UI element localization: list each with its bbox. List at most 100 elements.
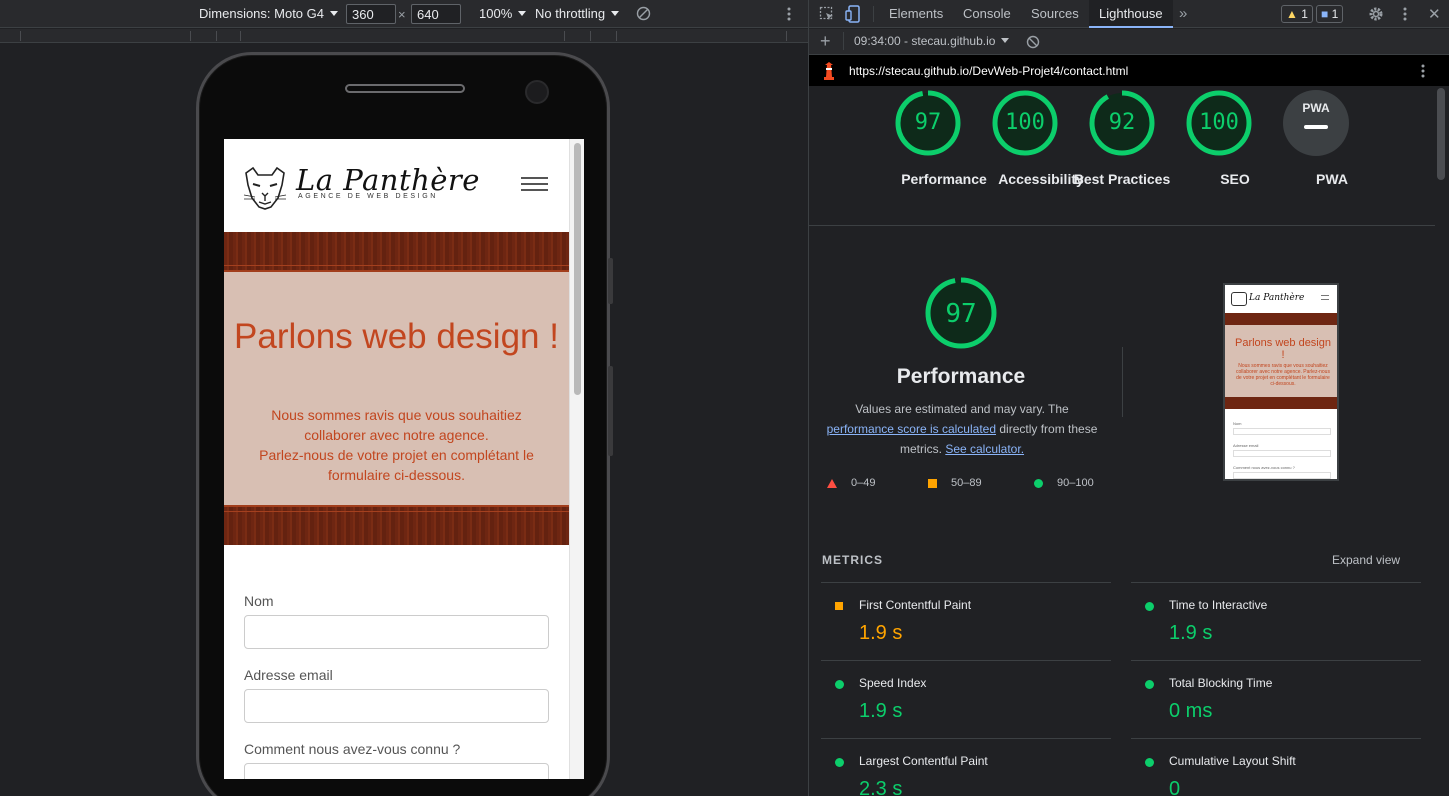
devtools-panel: Elements Console Sources Lighthouse » ▲ … [808,0,1449,796]
new-report-plus-icon[interactable]: + [820,31,831,52]
device-viewport[interactable]: La Panthère AGENCE DE WEB DESIGN Parlons… [224,139,584,779]
hero-title: Parlons web design ! [234,317,559,356]
tab-lighthouse[interactable]: Lighthouse [1089,0,1173,28]
average-square-icon [928,479,937,488]
metric-value: 1.9 s [859,622,903,644]
thumb-title: Parlons web design ! [1234,337,1331,361]
name-input[interactable] [244,615,549,649]
gauge-seo[interactable]: 100 SEO [1186,90,1252,187]
perf-desc-prefix: Values are estimated and may vary. The [855,402,1069,416]
throttling-select[interactable]: No throttling [535,6,620,21]
zoom-label: 100% [479,6,513,21]
hero-text: Nous sommes ravis que vous souhaitiez co… [248,405,545,485]
times-sign: × [398,7,406,22]
clear-block-icon[interactable] [1026,35,1040,52]
warnings-count: 1 [1301,7,1308,21]
email-input[interactable] [244,689,549,723]
pwa-dash [1304,125,1328,129]
gauge-accessibility[interactable]: 100 Accessibility [992,90,1084,187]
report-select[interactable]: 09:34:00 - stecau.github.io [854,34,1010,48]
gauge-label: Best Practices [1073,171,1171,187]
thumb-menu-icon [1321,295,1329,300]
settings-gear-icon[interactable] [1368,6,1384,25]
warning-icon: ▲ [1286,7,1298,21]
leather-texture-top [224,232,569,272]
legend-fail: 0–49 [851,477,876,489]
tab-sources[interactable]: Sources [1023,0,1087,28]
report-select-label: 09:34:00 - stecau.github.io [854,34,996,48]
gauge-best-practices[interactable]: 92 Best Practices [1074,90,1170,187]
thumb-label: Nom [1233,421,1242,426]
messages-badge[interactable]: ■ 1 [1316,5,1344,23]
metric-value: 0 [1169,778,1181,796]
source-input[interactable] [244,763,549,779]
page-scrollbar[interactable] [569,139,584,779]
device-width-input[interactable] [346,4,396,24]
metric-name: Largest Contentful Paint [859,754,988,768]
logo-title[interactable]: La Panthère [296,163,480,197]
metric-speed-index: Speed Index 1.9 s [821,660,1111,738]
close-icon[interactable]: ✕ [1428,5,1441,23]
gauge-performance[interactable]: 97 Performance [895,90,987,187]
metric-name: Cumulative Layout Shift [1169,754,1296,768]
metric-value: 1.9 s [859,700,903,722]
thumb-label: Comment nous avez-vous connu ? [1233,465,1295,470]
report-scrollbar[interactable] [1437,88,1445,180]
more-tabs-icon[interactable]: » [1179,5,1187,22]
thumb-brand: La Panthère [1249,293,1305,303]
hamburger-menu-icon[interactable] [521,177,548,193]
panther-logo-icon[interactable] [240,165,290,211]
calculator-link[interactable]: See calculator. [945,442,1024,456]
pass-circle-icon [1145,602,1154,611]
device-toolbar: Dimensions: Moto G4 × 100% No throttling [0,0,808,28]
warnings-badge[interactable]: ▲ 1 [1281,5,1313,23]
name-label: Nom [244,593,274,609]
device-toggle-icon[interactable] [845,5,861,26]
chevron-down-icon [1001,38,1010,43]
legend-average: 50–89 [951,477,982,489]
metric-first-contentful-paint: First Contentful Paint 1.9 s [821,582,1111,660]
devtools-menu-icon[interactable] [1402,6,1408,25]
pwa-badge-icon: PWA [1283,90,1349,156]
site-header: La Panthère AGENCE DE WEB DESIGN [224,139,569,232]
hero-banner: Parlons web design ! Nous sommes ravis q… [224,232,569,545]
audited-url[interactable]: https://stecau.github.io/DevWeb-Projet4/… [849,64,1128,78]
pass-circle-icon [1145,758,1154,767]
tab-elements[interactable]: Elements [881,0,951,28]
contact-form: Nom Adresse email Comment nous avez-vous… [224,545,569,779]
more-options-icon[interactable] [786,6,792,22]
metric-name: First Contentful Paint [859,598,972,612]
phone-side-button [608,258,613,304]
gauge-label: PWA [1316,171,1348,187]
metric-value: 0 ms [1169,700,1213,722]
perf-big-score: 97 [945,299,977,329]
final-screenshot-thumbnail[interactable]: La Panthère Parlons web design ! Nous so… [1223,283,1339,481]
divider [1122,347,1123,417]
media-query-ruler[interactable] [0,29,808,43]
expand-view-toggle[interactable]: Expand view [1332,553,1400,567]
source-label: Comment nous avez-vous connu ? [244,741,461,757]
pwa-badge-text: PWA [1302,101,1330,115]
pass-circle-icon [1034,479,1043,488]
device-height-input[interactable] [411,4,461,24]
report-menu-icon[interactable] [1420,63,1426,82]
gauge-pwa[interactable]: PWA PWA [1283,90,1349,187]
chevron-down-icon [330,11,338,16]
metric-largest-contentful-paint: Largest Contentful Paint 2.3 s [821,738,1111,796]
inspect-element-icon[interactable] [819,6,835,25]
lighthouse-toolbar: + 09:34:00 - stecau.github.io [809,29,1449,55]
scrollbar-thumb[interactable] [574,143,581,395]
thumb-logo-icon [1231,292,1247,306]
metric-time-to-interactive: Time to Interactive 1.9 s [1131,582,1421,660]
device-dimensions-select[interactable]: Dimensions: Moto G4 [199,6,338,21]
pass-circle-icon [835,758,844,767]
chevron-down-icon [611,11,620,16]
perf-score-link[interactable]: performance score is calculated [827,422,996,436]
phone-speaker [345,84,465,93]
rotate-icon[interactable] [636,6,651,21]
fail-triangle-icon [827,479,837,488]
zoom-select[interactable]: 100% [479,6,527,21]
tab-console[interactable]: Console [955,0,1019,28]
metric-value: 2.3 s [859,778,903,796]
decorative-line [224,511,569,512]
